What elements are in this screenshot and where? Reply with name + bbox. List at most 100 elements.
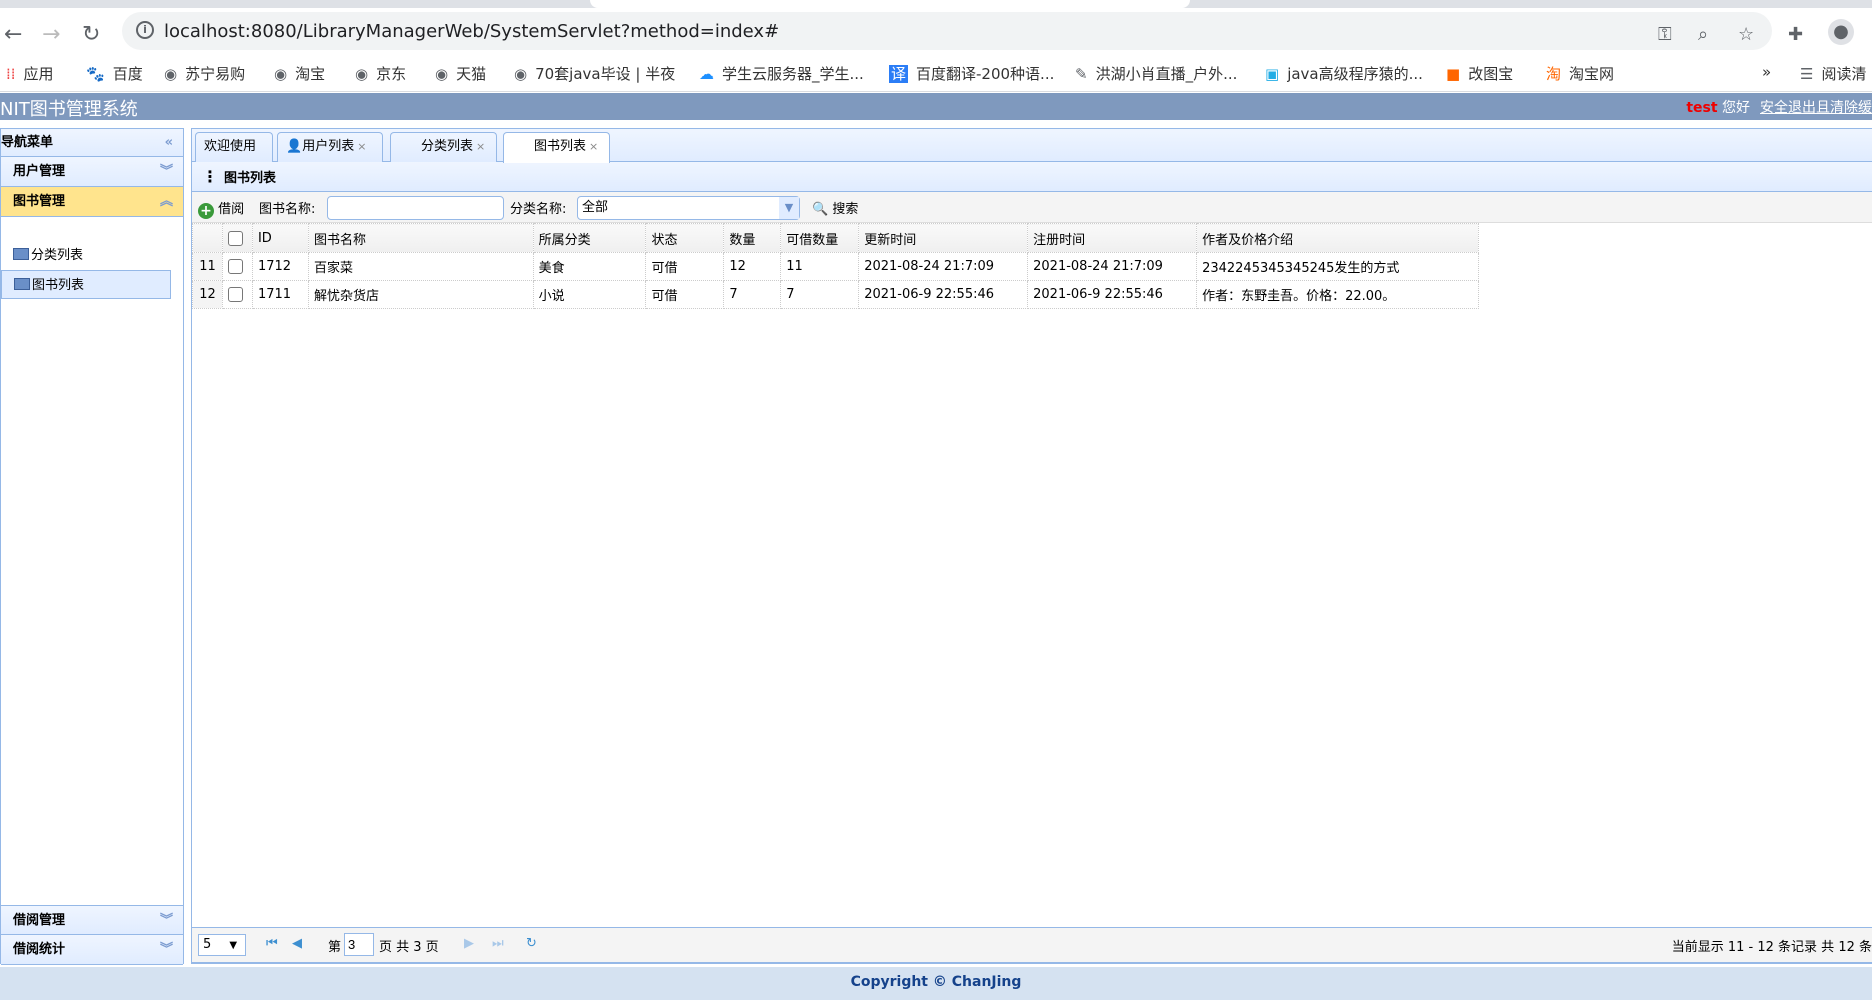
chevron-down-icon: ︾ [159, 164, 173, 179]
last-page-icon[interactable]: ⏭ [492, 936, 504, 951]
bookmark[interactable]: ◉ 天猫 [435, 63, 486, 84]
row-number: 12 [192, 280, 223, 309]
url-text[interactable]: localhost:8080/LibraryManagerWeb/SystemS… [164, 21, 779, 42]
profile-icon[interactable]: ● [1828, 19, 1854, 45]
column-header[interactable]: 作者及价格介绍 [1196, 223, 1479, 253]
add-icon: + [198, 203, 214, 219]
column-header[interactable]: 更新时间 [858, 223, 1029, 253]
cell-updated: 2021-06-9 22:55:46 [858, 280, 1029, 309]
app-title: NIT图书管理系统 [0, 99, 138, 120]
cell-updated: 2021-08-24 21:7:09 [858, 252, 1029, 281]
cell-category: 小说 [532, 280, 647, 309]
row-checkbox[interactable] [221, 280, 253, 309]
column-header[interactable]: 状态 [645, 223, 725, 253]
column-header[interactable]: 所属分类 [532, 223, 647, 253]
row-checkbox[interactable] [221, 252, 253, 281]
bookmark[interactable]: ◉ 淘宝 [274, 63, 325, 84]
sidebar-item-book-list[interactable]: 图书列表 [1, 270, 171, 299]
star-icon[interactable]: ☆ [1738, 24, 1754, 45]
close-icon[interactable]: × [357, 140, 366, 153]
prev-page-icon[interactable]: ◀ [292, 936, 302, 951]
footer: Copyright © ChanJing [0, 967, 1872, 1000]
bookmark[interactable]: 译百度翻译-200种语... [889, 63, 1054, 84]
next-page-icon[interactable]: ▶ [464, 936, 474, 951]
tab-user-list[interactable]: 👤用户列表 × [277, 132, 383, 162]
table-row[interactable]: 12 1711 解忧杂货店 小说 可借 7 7 2021-06-9 22:55:… [192, 280, 1872, 309]
taobao-icon: 淘 [1546, 65, 1562, 83]
browser-tab-strip [0, 0, 1872, 8]
cell-id: 1711 [251, 280, 309, 309]
cell-quantity: 7 [723, 280, 782, 309]
bookmark[interactable]: ☁ 学生云服务器_学生... [699, 63, 864, 84]
close-icon[interactable]: × [589, 140, 598, 153]
cell-status: 可借 [645, 252, 725, 281]
close-icon[interactable]: × [476, 140, 485, 153]
bookmark[interactable]: ■ 改图宝 [1446, 63, 1513, 84]
bookmark[interactable]: ◉ 京东 [355, 63, 406, 84]
bookmark[interactable]: 淘淘宝网 [1546, 63, 1614, 84]
column-header[interactable]: 注册时间 [1027, 223, 1198, 253]
sidebar-section-borrow[interactable]: 借阅管理 ︾ [1, 905, 183, 935]
sidebar-section-user[interactable]: 用户管理 ︾ [1, 157, 183, 187]
sidebar-section-book[interactable]: 图书管理 ︽ [1, 187, 183, 217]
translate-icon: 译 [889, 65, 909, 83]
forward-icon[interactable]: → [42, 22, 60, 47]
extensions-icon[interactable]: ✚ [1788, 24, 1803, 45]
chevron-up-icon: ︽ [159, 194, 173, 209]
reading-list[interactable]: ☰ 阅读清 [1800, 63, 1866, 84]
chevron-down-icon: ▼ [229, 940, 238, 951]
column-header[interactable]: 数量 [723, 223, 782, 253]
search-button[interactable]: 🔍 搜索 [812, 198, 858, 217]
category-select[interactable]: 全部 ▼ [577, 196, 800, 220]
column-header[interactable]: 图书名称 [307, 223, 534, 253]
column-header[interactable]: ID [251, 223, 309, 253]
bookmark[interactable]: ▣ java高级程序猿的... [1265, 63, 1423, 84]
main-panel: 欢迎使用 👤用户列表 × 分类列表 × 图书列表 × ⋮ 图书列表 + 借阅 图书名称:… [191, 128, 1872, 964]
info-icon[interactable]: i [136, 21, 154, 39]
address-bar[interactable]: i localhost:8080/LibraryManagerWeb/Syste… [122, 12, 1772, 50]
more-bookmarks-button[interactable]: » [1762, 63, 1771, 81]
cell-id: 1712 [251, 252, 309, 281]
sidebar-header: 导航菜单 « [1, 129, 183, 157]
page-info: 当前显示 11 - 12 条记录 共 12 条 [1671, 940, 1872, 955]
cell-available: 7 [780, 280, 860, 309]
back-icon[interactable]: ← [4, 22, 22, 47]
tab-book-list[interactable]: 图书列表 × [503, 132, 610, 163]
logout-link[interactable]: 安全退出且清除缓 [1760, 100, 1872, 116]
bookmark[interactable]: 🐾 百度 [86, 63, 143, 84]
apps-grid-icon: ⁞⁞ [6, 65, 16, 83]
select-all-checkbox[interactable] [221, 223, 253, 253]
cell-category: 美食 [532, 252, 647, 281]
cell-name: 百家菜 [307, 252, 534, 281]
book-name-input[interactable] [327, 196, 504, 220]
browser-toolbar: ← → ↻ i localhost:8080/LibraryManagerWeb… [0, 8, 1872, 57]
key-icon[interactable]: ⚿ [1658, 24, 1672, 45]
book-icon [13, 248, 29, 260]
page-size-select[interactable]: 5 ▼ [198, 934, 246, 956]
page-number-input[interactable] [344, 933, 374, 956]
sidebar-item-category-list[interactable]: 分类列表 [1, 241, 183, 270]
zoom-icon[interactable]: ⌕ [1698, 24, 1708, 45]
collapse-sidebar-icon[interactable]: « [165, 129, 173, 157]
globe-icon: ◉ [164, 65, 178, 83]
cell-status: 可借 [645, 280, 725, 309]
reload-icon[interactable]: ↻ [82, 22, 100, 47]
cell-registered: 2021-08-24 21:7:09 [1027, 252, 1198, 281]
column-header[interactable]: 可借数量 [780, 223, 860, 253]
pagination-bar: 5 ▼ ⏮ ◀ 第 页 共 3 页 ▶ ⏭ ↻ 当前显示 11 - 12 条记录… [191, 927, 1872, 963]
bookmark-apps[interactable]: ⁞⁞ 应用 [6, 63, 54, 84]
first-page-icon[interactable]: ⏮ [266, 936, 278, 951]
category-label: 分类名称: [510, 202, 567, 217]
tab-welcome[interactable]: 欢迎使用 [195, 132, 273, 162]
globe-icon: ◉ [514, 65, 528, 83]
refresh-icon[interactable]: ↻ [526, 936, 537, 951]
bookmark[interactable]: ✎ 洪湖小肖直播_户外... [1075, 63, 1237, 84]
bookmark[interactable]: ◉ 苏宁易购 [164, 63, 245, 84]
sidebar-section-stats[interactable]: 借阅统计 ︾ [1, 935, 183, 965]
borrow-button[interactable]: + 借阅 [198, 198, 244, 219]
tab-category-list[interactable]: 分类列表 × [390, 132, 497, 162]
bookmark[interactable]: ◉ 70套java毕设 | 半夜 [514, 63, 675, 84]
chevron-down-icon: ︾ [159, 942, 173, 957]
table-row[interactable]: 11 1712 百家菜 美食 可借 12 11 2021-08-24 21:7:… [192, 252, 1872, 281]
tab-bar: 欢迎使用 👤用户列表 × 分类列表 × 图书列表 × [192, 129, 1872, 163]
